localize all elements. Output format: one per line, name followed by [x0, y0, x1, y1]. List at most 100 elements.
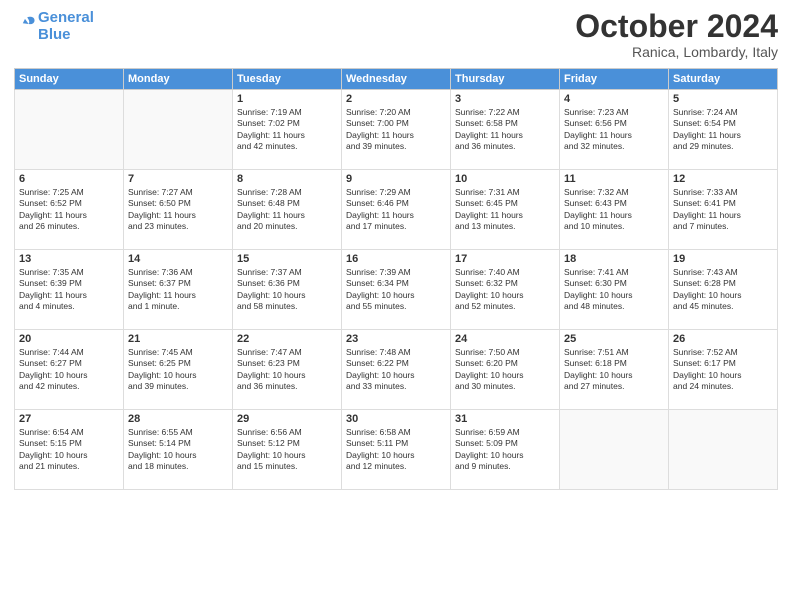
day-number: 16 [346, 253, 446, 265]
calendar-week-2: 13Sunrise: 7:35 AM Sunset: 6:39 PM Dayli… [15, 250, 778, 330]
day-info: Sunrise: 7:47 AM Sunset: 6:23 PM Dayligh… [237, 347, 337, 393]
calendar-cell: 28Sunrise: 6:55 AM Sunset: 5:14 PM Dayli… [124, 410, 233, 490]
day-number: 10 [455, 173, 555, 185]
calendar-cell: 29 Sunrise: 6:56 AM Sunset: 5:12 PM Dayli… [233, 410, 342, 490]
day-number: 9 [346, 173, 446, 185]
day-number: 26 [673, 333, 773, 345]
column-header-thursday: Thursday [451, 69, 560, 90]
day-info: Sunrise: 7:23 AM Sunset: 6:56 PM Dayligh… [564, 107, 664, 153]
calendar-week-1: 6 Sunrise: 7:25 AM Sunset: 6:52 PM Daylig… [15, 170, 778, 250]
day-info: Sunrise: 7:35 AM Sunset: 6:39 PM Dayligh… [19, 267, 119, 313]
calendar-cell: 6 Sunrise: 7:25 AM Sunset: 6:52 PM Daylig… [15, 170, 124, 250]
calendar-cell: 14 Sunrise: 7:36 AM Sunset: 6:37 PM Dayli… [124, 250, 233, 330]
day-number: 1 [237, 93, 337, 105]
calendar-week-3: 20 Sunrise: 7:44 AM Sunset: 6:27 PM Dayli… [15, 330, 778, 410]
day-number: 30 [346, 413, 446, 425]
calendar-cell [560, 410, 669, 490]
calendar-cell: 26 Sunrise: 7:52 AM Sunset: 6:17 PM Dayli… [669, 330, 778, 410]
day-info: Sunrise: 7:41 AM Sunset: 6:30 PM Dayligh… [564, 267, 664, 313]
logo-text: General Blue [38, 10, 94, 43]
day-number: 29 [237, 413, 337, 425]
logo-blue: Blue [38, 27, 94, 44]
day-number: 7 [128, 173, 228, 185]
day-info: Sunrise: 7:37 AM Sunset: 6:36 PM Dayligh… [237, 267, 337, 313]
day-number: 6 [19, 173, 119, 185]
calendar-cell: 5 Sunrise: 7:24 AM Sunset: 6:54 PM Daylig… [669, 90, 778, 170]
day-number: 31 [455, 413, 555, 425]
calendar-week-0: 1 Sunrise: 7:19 AM Sunset: 7:02 PM Daylig… [15, 90, 778, 170]
day-info: Sunrise: 7:52 AM Sunset: 6:17 PM Dayligh… [673, 347, 773, 393]
column-header-saturday: Saturday [669, 69, 778, 90]
calendar-cell: 13Sunrise: 7:35 AM Sunset: 6:39 PM Dayli… [15, 250, 124, 330]
calendar-cell: 17 Sunrise: 7:40 AM Sunset: 6:32 PM Dayli… [451, 250, 560, 330]
day-info: Sunrise: 6:56 AM Sunset: 5:12 PM Dayligh… [237, 427, 337, 473]
day-info: Sunrise: 7:44 AM Sunset: 6:27 PM Dayligh… [19, 347, 119, 393]
day-number: 2 [346, 93, 446, 105]
day-number: 22 [237, 333, 337, 345]
day-info: Sunrise: 7:22 AM Sunset: 6:58 PM Dayligh… [455, 107, 555, 153]
day-info: Sunrise: 7:32 AM Sunset: 6:43 PM Dayligh… [564, 187, 664, 233]
day-number: 18 [564, 253, 664, 265]
day-number: 12 [673, 173, 773, 185]
day-info: Sunrise: 6:55 AM Sunset: 5:14 PM Dayligh… [128, 427, 228, 473]
day-number: 19 [673, 253, 773, 265]
day-number: 21 [128, 333, 228, 345]
day-number: 20 [19, 333, 119, 345]
day-number: 27 [19, 413, 119, 425]
day-info: Sunrise: 7:40 AM Sunset: 6:32 PM Dayligh… [455, 267, 555, 313]
day-info: Sunrise: 7:27 AM Sunset: 6:50 PM Dayligh… [128, 187, 228, 233]
day-info: Sunrise: 7:25 AM Sunset: 6:52 PM Dayligh… [19, 187, 119, 233]
day-info: Sunrise: 7:28 AM Sunset: 6:48 PM Dayligh… [237, 187, 337, 233]
calendar-cell: 21 Sunrise: 7:45 AM Sunset: 6:25 PM Dayli… [124, 330, 233, 410]
day-number: 8 [237, 173, 337, 185]
day-info: Sunrise: 7:33 AM Sunset: 6:41 PM Dayligh… [673, 187, 773, 233]
calendar-cell: 27 Sunrise: 6:54 AM Sunset: 5:15 PM Dayli… [15, 410, 124, 490]
day-info: Sunrise: 7:48 AM Sunset: 6:22 PM Dayligh… [346, 347, 446, 393]
day-info: Sunrise: 7:31 AM Sunset: 6:45 PM Dayligh… [455, 187, 555, 233]
calendar-cell: 18 Sunrise: 7:41 AM Sunset: 6:30 PM Dayli… [560, 250, 669, 330]
day-info: Sunrise: 6:59 AM Sunset: 5:09 PM Dayligh… [455, 427, 555, 473]
day-info: Sunrise: 7:50 AM Sunset: 6:20 PM Dayligh… [455, 347, 555, 393]
month-title: October 2024 [575, 10, 778, 42]
day-number: 15 [237, 253, 337, 265]
day-info: Sunrise: 6:58 AM Sunset: 5:11 PM Dayligh… [346, 427, 446, 473]
day-info: Sunrise: 7:45 AM Sunset: 6:25 PM Dayligh… [128, 347, 228, 393]
page: General Blue October 2024 Ranica, Lombar… [0, 0, 792, 500]
day-info: Sunrise: 7:36 AM Sunset: 6:37 PM Dayligh… [128, 267, 228, 313]
day-number: 14 [128, 253, 228, 265]
title-block: October 2024 Ranica, Lombardy, Italy [575, 10, 778, 60]
day-number: 17 [455, 253, 555, 265]
calendar-cell: 10 Sunrise: 7:31 AM Sunset: 6:45 PM Dayli… [451, 170, 560, 250]
day-number: 5 [673, 93, 773, 105]
day-info: Sunrise: 6:54 AM Sunset: 5:15 PM Dayligh… [19, 427, 119, 473]
calendar-cell: 19 Sunrise: 7:43 AM Sunset: 6:28 PM Dayli… [669, 250, 778, 330]
column-header-sunday: Sunday [15, 69, 124, 90]
calendar-cell: 9 Sunrise: 7:29 AM Sunset: 6:46 PM Daylig… [342, 170, 451, 250]
column-header-friday: Friday [560, 69, 669, 90]
day-info: Sunrise: 7:29 AM Sunset: 6:46 PM Dayligh… [346, 187, 446, 233]
calendar-cell: 31 Sunrise: 6:59 AM Sunset: 5:09 PM Dayli… [451, 410, 560, 490]
logo-general: General [38, 9, 94, 26]
day-number: 3 [455, 93, 555, 105]
day-info: Sunrise: 7:20 AM Sunset: 7:00 PM Dayligh… [346, 107, 446, 153]
day-info: Sunrise: 7:19 AM Sunset: 7:02 PM Dayligh… [237, 107, 337, 153]
day-number: 24 [455, 333, 555, 345]
calendar-cell: 12 Sunrise: 7:33 AM Sunset: 6:41 PM Dayli… [669, 170, 778, 250]
column-header-monday: Monday [124, 69, 233, 90]
calendar-week-4: 27 Sunrise: 6:54 AM Sunset: 5:15 PM Dayli… [15, 410, 778, 490]
day-number: 4 [564, 93, 664, 105]
day-info: Sunrise: 7:43 AM Sunset: 6:28 PM Dayligh… [673, 267, 773, 313]
calendar-cell: 15 Sunrise: 7:37 AM Sunset: 6:36 PM Dayli… [233, 250, 342, 330]
day-info: Sunrise: 7:39 AM Sunset: 6:34 PM Dayligh… [346, 267, 446, 313]
calendar-cell: 16 Sunrise: 7:39 AM Sunset: 6:34 PM Dayli… [342, 250, 451, 330]
column-header-wednesday: Wednesday [342, 69, 451, 90]
day-info: Sunrise: 7:24 AM Sunset: 6:54 PM Dayligh… [673, 107, 773, 153]
day-info: Sunrise: 7:51 AM Sunset: 6:18 PM Dayligh… [564, 347, 664, 393]
calendar-cell: 2 Sunrise: 7:20 AM Sunset: 7:00 PM Daylig… [342, 90, 451, 170]
calendar-cell: 3 Sunrise: 7:22 AM Sunset: 6:58 PM Daylig… [451, 90, 560, 170]
calendar-cell: 11Sunrise: 7:32 AM Sunset: 6:43 PM Dayli… [560, 170, 669, 250]
calendar-cell: 8 Sunrise: 7:28 AM Sunset: 6:48 PM Daylig… [233, 170, 342, 250]
logo-icon [14, 13, 36, 35]
calendar-cell: 1 Sunrise: 7:19 AM Sunset: 7:02 PM Daylig… [233, 90, 342, 170]
header: General Blue October 2024 Ranica, Lombar… [14, 10, 778, 60]
